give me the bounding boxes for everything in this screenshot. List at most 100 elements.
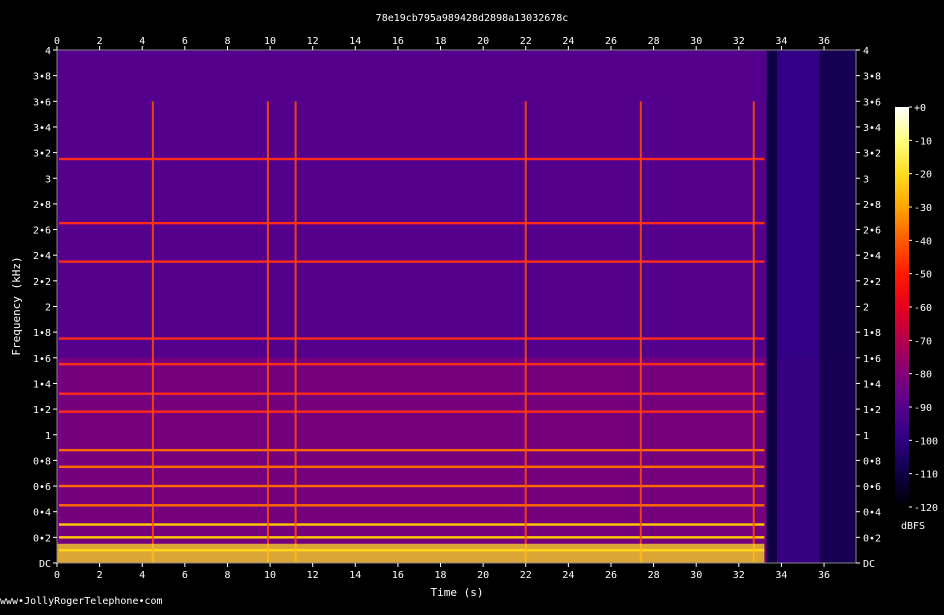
y-tick-label-right: 2•4 (863, 251, 881, 262)
y-tick-label-right: 3•8 (863, 72, 881, 83)
x-axis-label: Time (s) (431, 586, 484, 599)
harmonic-line (59, 260, 765, 263)
x-tick-label-bottom: 16 (392, 570, 404, 581)
colorbar-tick-label: -40 (914, 236, 932, 247)
colorbar-tick-label: -110 (914, 470, 938, 481)
y-tick-label-left: 0•4 (33, 508, 51, 519)
y-tick-label-right: 1 (863, 431, 869, 442)
site-credit: www•JollyRogerTelephone•com (0, 596, 163, 607)
x-tick-label-top: 2 (97, 36, 103, 47)
x-tick-label-top: 16 (392, 36, 404, 47)
x-tick-label-top: 12 (307, 36, 319, 47)
harmonic-line (59, 523, 765, 526)
x-tick-label-top: 24 (562, 36, 574, 47)
x-tick-label-top: 4 (139, 36, 145, 47)
y-tick-label-right: DC (863, 559, 875, 570)
x-tick-label-top: 22 (520, 36, 532, 47)
y-tick-label-right: 3•6 (863, 97, 881, 108)
colorbar-tick-label: -50 (914, 270, 932, 281)
x-tick-label-top: 34 (775, 36, 787, 47)
x-tick-label-bottom: 30 (690, 570, 702, 581)
colorbar-tick-label: -30 (914, 203, 932, 214)
y-tick-label-left: 2•4 (33, 251, 51, 262)
harmonic-line (59, 465, 765, 469)
transient-streak (752, 101, 755, 564)
colorbar-tick-label: -90 (914, 403, 932, 414)
colorbar-tick-label: -20 (914, 170, 932, 181)
y-axis-label: Frequency (kHz) (10, 256, 23, 355)
harmonic-line (59, 536, 765, 539)
y-tick-label-left: 4 (45, 46, 51, 57)
x-tick-label-bottom: 20 (477, 570, 489, 581)
y-tick-label-right: 0•4 (863, 508, 881, 519)
x-tick-label-bottom: 36 (818, 570, 830, 581)
x-tick-label-bottom: 12 (307, 570, 319, 581)
x-tick-label-top: 28 (648, 36, 660, 47)
y-tick-label-left: DC (39, 559, 51, 570)
x-tick-label-bottom: 34 (775, 570, 787, 581)
y-tick-label-left: 3•2 (33, 149, 51, 160)
y-tick-label-left: 1 (45, 431, 51, 442)
x-tick-label-top: 18 (434, 36, 446, 47)
y-tick-label-left: 3•4 (33, 123, 51, 134)
y-tick-label-right: 4 (863, 46, 869, 57)
harmonic-line (59, 392, 765, 395)
y-tick-label-left: 3 (45, 174, 51, 185)
y-tick-label-left: 1•4 (33, 379, 51, 390)
x-tick-label-bottom: 2 (97, 570, 103, 581)
y-tick-label-left: 2•8 (33, 200, 51, 211)
x-tick-label-top: 26 (605, 36, 617, 47)
y-tick-label-right: 3 (863, 174, 869, 185)
x-tick-label-bottom: 26 (605, 570, 617, 581)
x-tick-label-bottom: 6 (182, 570, 188, 581)
spectrogram-chart: 78e19cb795a989428d2898a13032678c 0 2 4 6 8 10… (10, 13, 938, 599)
bass-energy-band (57, 543, 765, 563)
chart-title: 78e19cb795a989428d2898a13032678c (376, 13, 569, 24)
y-tick-label-right: 1•6 (863, 354, 881, 365)
low-frequency-energy (57, 357, 856, 563)
y-tick-label-right: 3•2 (863, 149, 881, 160)
y-tick-label-left: 0•6 (33, 482, 51, 493)
harmonic-line (59, 363, 765, 366)
y-tick-label-right: 2•8 (863, 200, 881, 211)
y-tick-label-right: 0•6 (863, 482, 881, 493)
y-tick-label-left: 2 (45, 303, 51, 314)
transient-streak (266, 101, 269, 564)
x-tick-label-bottom: 32 (733, 570, 745, 581)
colorbar-tick-label: -70 (914, 336, 932, 347)
x-tick-label-top: 30 (690, 36, 702, 47)
transient-streak (524, 101, 527, 564)
y-tick-label-right: 2•6 (863, 226, 881, 237)
y-tick-label-left: 1•8 (33, 328, 51, 339)
y-tick-label-right: 1•8 (863, 328, 881, 339)
x-tick-label-bottom: 14 (349, 570, 361, 581)
y-tick-label-left: 3•8 (33, 72, 51, 83)
y-tick-label-right: 3•4 (863, 123, 881, 134)
colorbar-tick-label: -100 (914, 436, 938, 447)
y-tick-label-right: 0•8 (863, 456, 881, 467)
harmonic-line (59, 448, 765, 452)
colorbar-tick-label: +0 (914, 103, 926, 114)
x-tick-label-bottom: 0 (54, 570, 60, 581)
harmonic-line (59, 504, 765, 507)
x-tick-label-bottom: 4 (139, 570, 145, 581)
x-tick-label-bottom: 8 (224, 570, 230, 581)
y-tick-label-right: 0•2 (863, 533, 881, 544)
x-tick-label-top: 32 (733, 36, 745, 47)
transient-streak (639, 101, 642, 564)
harmonic-line (59, 221, 765, 225)
x-tick-label-bottom: 28 (648, 570, 660, 581)
x-tick-label-top: 14 (349, 36, 361, 47)
x-tick-label-top: 6 (182, 36, 188, 47)
colorbar-tick-label: -120 (914, 503, 938, 514)
y-tick-label-right: 2 (863, 303, 869, 314)
harmonic-line (59, 410, 765, 413)
y-tick-label-left: 2•6 (33, 226, 51, 237)
x-tick-label-top: 0 (54, 36, 60, 47)
transient-streak (151, 101, 154, 564)
x-tick-label-top: 10 (264, 36, 276, 47)
spectrogram-figure: 78e19cb795a989428d2898a13032678c 0 2 4 6 8 10… (0, 0, 944, 611)
x-tick-label-bottom: 10 (264, 570, 276, 581)
x-tick-label-top: 36 (818, 36, 830, 47)
transient-streak (294, 101, 297, 564)
